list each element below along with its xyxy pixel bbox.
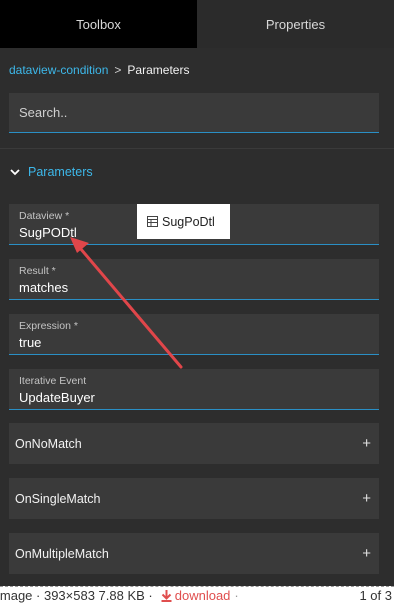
divider [0,148,394,149]
breadcrumb-link-dataview-condition[interactable]: dataview-condition [9,63,108,77]
result-field-label: Result * [19,265,56,277]
iterative-event-field-value[interactable]: UpdateBuyer [19,390,369,405]
onmultiplematch-label: OnMultipleMatch [15,546,109,561]
table-icon [147,216,158,227]
onnomatch-section[interactable]: OnNoMatch + [9,423,379,464]
image-footer-bar: image · 393×583 7.88 KB · download · 1 o… [0,586,394,604]
chevron-down-icon [10,169,20,176]
download-icon [161,589,172,602]
expand-plus-icon[interactable]: + [362,545,371,562]
breadcrumb: dataview-condition > Parameters [9,63,189,77]
tooltip-text: SugPoDtl [162,214,215,229]
search-box [9,93,379,133]
iterative-event-field[interactable]: Iterative Event UpdateBuyer [9,369,379,410]
onmultiplematch-section[interactable]: OnMultipleMatch + [9,533,379,574]
search-input[interactable] [19,105,379,120]
onsinglematch-section[interactable]: OnSingleMatch + [9,478,379,519]
expression-field[interactable]: Expression * true [9,314,379,355]
download-link[interactable]: download [161,588,231,603]
iterative-event-field-label: Iterative Event [19,375,87,387]
expression-field-value[interactable]: true [19,335,369,350]
result-field-value[interactable]: matches [19,280,369,295]
onnomatch-label: OnNoMatch [15,436,82,451]
tab-toolbox[interactable]: Toolbox [0,0,197,48]
expand-plus-icon[interactable]: + [362,435,371,452]
section-title: Parameters [28,165,93,179]
tab-properties[interactable]: Properties [197,0,394,48]
breadcrumb-current: Parameters [127,63,190,77]
breadcrumb-separator: > [114,63,122,77]
result-field[interactable]: Result * matches [9,259,379,300]
page-counter: 1 of 3 [359,588,392,603]
download-label[interactable]: download [175,588,231,603]
image-info: image · 393×583 7.88 KB · [0,588,153,603]
footer-dot: · [234,588,239,603]
onsinglematch-label: OnSingleMatch [15,491,101,506]
dataview-tooltip: SugPoDtl [137,204,230,239]
panel-tabs: Toolbox Properties [0,0,394,48]
expression-field-label: Expression * [19,320,78,332]
expand-plus-icon[interactable]: + [362,490,371,507]
parameters-section-header[interactable]: Parameters [10,165,93,179]
